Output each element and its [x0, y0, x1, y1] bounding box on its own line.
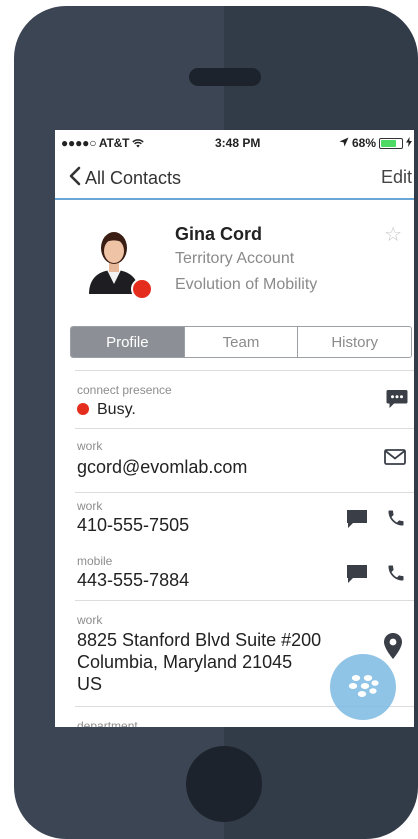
blackberry-icon [347, 674, 379, 705]
carrier-label: ●●●●○ AT&T [61, 136, 130, 150]
email-row[interactable]: work gcord@evomlab.com [75, 428, 414, 491]
work-phone-value[interactable]: 410-555-7505 [77, 514, 189, 536]
presence-row: connect presence Busy. [75, 370, 414, 427]
address-label: work [77, 613, 103, 627]
battery-fill [381, 139, 396, 147]
phone-speaker [189, 68, 261, 86]
chat-bubble-icon[interactable] [386, 389, 408, 414]
home-button[interactable] [186, 746, 262, 822]
back-label: All Contacts [85, 168, 182, 188]
location-arrow-icon [339, 136, 349, 150]
battery-icon [379, 137, 403, 149]
address-line-3: US [77, 674, 103, 694]
battery-status: 68% [339, 136, 412, 150]
back-button[interactable]: All Contacts [69, 166, 181, 191]
work-phone-row[interactable]: work 410-555-7505 [75, 492, 414, 549]
contact-title: Territory Account [175, 250, 295, 267]
edit-button[interactable]: Edit [381, 167, 412, 188]
mail-icon[interactable] [384, 449, 406, 470]
carrier-signal: ●●●●○ AT&T [61, 136, 145, 150]
contact-company: Evolution of Mobility [175, 276, 318, 293]
tab-profile[interactable]: Profile [71, 327, 185, 357]
blackberry-fab[interactable] [330, 654, 396, 720]
status-bar: ●●●●○ AT&T 3:48 PM 68% [55, 130, 414, 154]
email-value[interactable]: gcord@evomlab.com [77, 456, 247, 478]
presence-text: Busy. [97, 401, 136, 418]
busy-dot [77, 403, 89, 415]
presence-value: Busy. [77, 399, 136, 421]
map-pin-icon[interactable] [384, 633, 402, 664]
presence-status-dot [131, 278, 153, 300]
phone-icon[interactable] [386, 508, 406, 533]
work-phone-label: work [77, 499, 103, 513]
profile-tabs: Profile Team History [70, 326, 412, 358]
battery-percent: 68% [351, 136, 376, 150]
navigation-bar: All Contacts Edit [55, 156, 414, 200]
mobile-label: mobile [77, 554, 113, 568]
star-icon[interactable]: ☆ [384, 222, 402, 247]
mobile-phone-row[interactable]: mobile 443-555-7884 [75, 548, 414, 600]
message-icon-mobile[interactable] [346, 564, 368, 589]
department-label: department [77, 719, 138, 727]
wifi-icon [132, 136, 145, 150]
tab-history[interactable]: History [298, 327, 411, 357]
address-line-2: Columbia, Maryland 21045 [77, 652, 293, 672]
tab-team[interactable]: Team [184, 327, 299, 357]
presence-label: connect presence [77, 383, 172, 397]
mobile-value[interactable]: 443-555-7884 [77, 569, 189, 591]
message-icon[interactable] [346, 509, 368, 534]
contact-header: Gina Cord Territory Account Evolution of… [55, 214, 414, 314]
phone-icon-mobile[interactable] [386, 563, 406, 588]
email-label: work [77, 439, 103, 453]
contact-name: Gina Cord [175, 224, 263, 244]
charging-icon [406, 136, 412, 150]
app-screen: ●●●●○ AT&T 3:48 PM 68% All Contacts Edit… [55, 130, 414, 727]
address-line-1: 8825 Stanford Blvd Suite #200 [77, 630, 322, 650]
phone-frame: ●●●●○ AT&T 3:48 PM 68% All Contacts Edit… [14, 6, 418, 839]
chevron-left-icon [69, 166, 81, 191]
status-time: 3:48 PM [215, 136, 261, 150]
